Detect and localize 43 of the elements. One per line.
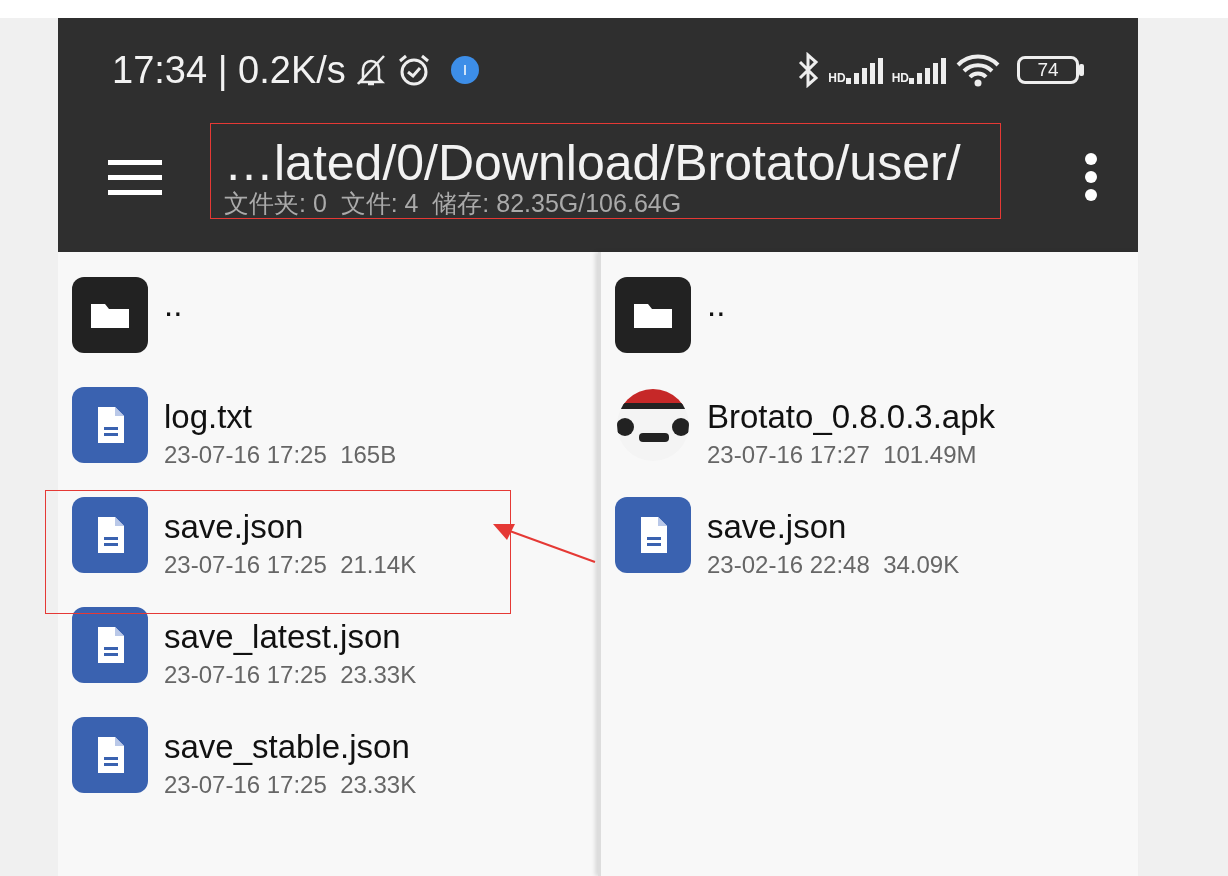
file-details: 23-07-16 17:25 23.33K	[164, 659, 417, 690]
more-options-icon[interactable]	[1084, 153, 1098, 201]
document-icon	[72, 607, 148, 683]
folder-path: …lated/0/Download/Brotato/user/	[224, 137, 961, 190]
file-name: ..	[164, 285, 183, 325]
file-name: ..	[707, 285, 726, 325]
document-icon	[72, 387, 148, 463]
file-row[interactable]: save.json 23-07-16 17:25 21.14K	[58, 490, 598, 600]
file-name: Brotato_0.8.0.3.apk	[707, 397, 996, 437]
battery-tip-icon	[1079, 64, 1084, 76]
file-row[interactable]: save_latest.json 23-07-16 17:25 23.33K	[58, 600, 598, 710]
notification-dot-icon	[449, 55, 480, 85]
signal-icon	[845, 56, 884, 84]
status-time: 17:34 | 0.2K/s	[112, 47, 346, 93]
file-name: save_stable.json	[164, 727, 411, 767]
battery-indicator: 74	[1017, 56, 1079, 84]
file-row[interactable]: save.json 23-02-16 22:48 34.09K	[601, 490, 1138, 600]
file-row[interactable]: ..	[601, 270, 1138, 380]
signal-label: HD	[891, 72, 909, 84]
signal-icon	[909, 56, 947, 84]
wifi-icon	[955, 52, 1001, 88]
signal-label: HD	[828, 72, 846, 84]
menu-icon[interactable]	[108, 158, 162, 196]
file-row[interactable]: log.txt 23-07-16 17:25 165B	[58, 380, 598, 490]
document-icon	[615, 497, 691, 573]
file-details: 23-02-16 22:48 34.09K	[707, 549, 960, 580]
file-name: save.json	[164, 507, 305, 547]
file-row[interactable]: save_stable.json 23-07-16 17:25 23.33K	[58, 710, 598, 820]
file-name: log.txt	[164, 397, 254, 437]
storage-summary: 文件夹: 0 文件: 4 储存: 82.35G/106.64G	[224, 189, 683, 217]
file-details: 23-07-16 17:25 23.33K	[164, 769, 417, 800]
folder-icon	[615, 277, 691, 353]
folder-icon	[72, 277, 148, 353]
bluetooth-icon	[796, 52, 821, 88]
file-details: 23-07-16 17:27 101.49M	[707, 439, 978, 470]
file-row[interactable]: Brotato_0.8.0.3.apk 23-07-16 17:27 101.49M	[601, 380, 1138, 490]
file-name: save_latest.json	[164, 617, 402, 657]
file-row[interactable]: ..	[58, 270, 598, 380]
file-details: 23-07-16 17:25 21.14K	[164, 549, 417, 580]
document-icon	[72, 497, 148, 573]
file-details: 23-07-16 17:25 165B	[164, 439, 397, 470]
file-name: save.json	[707, 507, 848, 547]
document-icon	[72, 717, 148, 793]
